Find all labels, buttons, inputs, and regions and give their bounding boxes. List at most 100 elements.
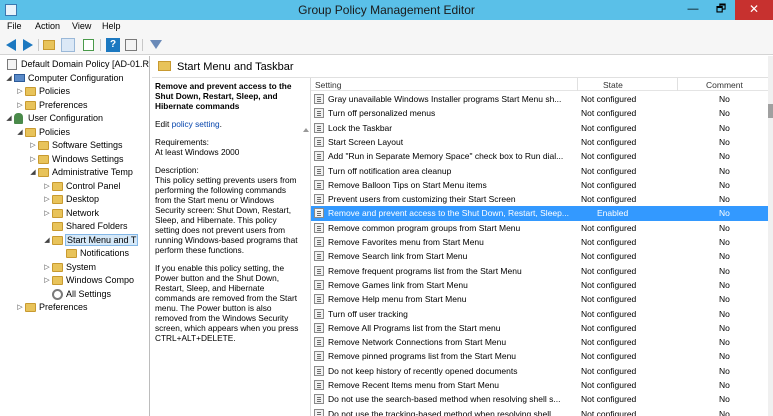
setting-state: Not configured [581,251,637,262]
close-button[interactable]: ✕ [735,0,773,20]
table-row[interactable]: Remove and prevent access to the Shut Do… [311,206,768,221]
table-row[interactable]: Turn off personalized menus Not configure… [311,106,768,120]
policy-setting-link[interactable]: policy setting [172,119,220,129]
setting-name: Remove Favorites menu from Start Menu [328,237,484,247]
menu-bar: File Action View Help [0,20,773,35]
vertical-scrollbar[interactable] [768,56,773,416]
expander-icon[interactable]: ▷ [29,153,37,166]
column-setting[interactable]: Setting [315,80,341,90]
setting-comment: No [719,265,730,276]
tree-item-label: Control Panel [66,180,121,191]
column-comment[interactable]: Comment [706,80,743,90]
table-row[interactable]: Remove Favorites menu from Start Menu Not… [311,235,768,249]
section-header: Start Menu and Taskbar [152,56,768,78]
setting-name: Turn off user tracking [328,308,408,319]
table-row[interactable]: Do not use the search-based method when … [311,392,768,406]
description-text: This policy setting prevents users from … [155,175,298,255]
table-row[interactable]: Remove Network Connections from Start Me… [311,335,768,349]
menu-view[interactable]: View [72,21,91,31]
table-row[interactable]: Turn off notification area cleanup Not co… [311,164,768,178]
setting-state: Not configured [581,122,637,133]
folder-icon [158,61,171,71]
table-row[interactable]: Remove Help menu from Start Menu Not conf… [311,292,768,306]
expander-icon[interactable]: ▷ [43,180,51,193]
filter-icon[interactable] [149,38,163,52]
table-row[interactable]: Remove pinned programs list from the Sta… [311,349,768,363]
table-row[interactable]: Lock the Taskbar Not configured No [311,121,768,135]
menu-file[interactable]: File [7,21,22,31]
setting-state: Not configured [581,265,637,276]
expander-icon[interactable]: ▷ [29,139,37,152]
table-row[interactable]: Remove common program groups from Start … [311,221,768,235]
settings-table: Setting State Comment Gray unavailable W… [310,78,768,416]
expander-icon[interactable]: ▷ [16,99,24,112]
expander-icon[interactable]: ▷ [16,85,24,98]
setting-comment: No [719,122,730,133]
menu-help[interactable]: Help [102,21,121,31]
table-row[interactable]: Remove Search link from Start Menu Not co… [311,249,768,263]
setting-name: Do not keep history of recently opened d… [328,365,518,376]
policy-setting-icon [314,322,324,333]
show-hide-tree-icon[interactable] [61,38,75,52]
table-row[interactable]: Remove All Programs list from the Start … [311,321,768,335]
setting-comment: No [719,408,730,416]
setting-name: Turn off notification area cleanup [328,165,452,176]
expander-icon[interactable]: ▷ [43,274,51,287]
description-label: Description: [155,165,199,175]
folder-icon [38,141,49,150]
column-state[interactable]: State [603,80,623,90]
setting-state: Not configured [581,322,637,333]
expander-icon[interactable]: ▷ [43,193,51,206]
setting-comment: No [719,208,730,219]
restore-button[interactable]: 🗗 [708,0,734,20]
tree-item-label: Policies [39,126,71,137]
setting-state: Not configured [581,394,637,405]
table-header: Setting State Comment [311,78,768,91]
back-arrow-icon[interactable] [4,38,18,52]
tree-item-label: System [66,261,97,272]
setting-state: Not configured [581,94,637,104]
menu-action[interactable]: Action [35,21,60,31]
table-row[interactable]: Remove Games link from Start Menu Not con… [311,278,768,292]
forward-arrow-icon[interactable] [21,38,35,52]
setting-state: Not configured [581,380,637,390]
help-icon[interactable]: ? [106,38,120,52]
collapse-arrow-icon[interactable] [303,128,309,132]
tree-item-label: Windows Settings [52,153,124,164]
expander-icon[interactable]: ◢ [16,126,24,139]
table-row[interactable]: Start Screen Layout Not configured No [311,135,768,149]
setting-comment: No [719,251,730,262]
minimize-button[interactable]: — [680,0,706,20]
table-row[interactable]: Remove frequent programs list from the S… [311,264,768,278]
expander-icon[interactable]: ◢ [5,112,13,125]
folder-icon [38,168,49,177]
tree-item-label: Administrative Temp [52,167,133,177]
table-row[interactable]: Do not use the tracking-based method whe… [311,407,768,416]
table-row[interactable]: Do not keep history of recently opened d… [311,364,768,378]
table-row[interactable]: Add "Run in Separate Memory Space" check… [311,149,768,163]
scrollbar-thumb[interactable] [768,104,773,118]
folder-icon [66,249,77,258]
table-row[interactable]: Remove Balloon Tips on Start Menu items N… [311,178,768,192]
table-row[interactable]: Remove Recent Items menu from Start Menu… [311,378,768,392]
policy-setting-icon [314,136,324,147]
requirements: Requirements: At least Windows 2000 [155,137,299,157]
expander-icon[interactable]: ▷ [16,301,24,314]
expander-icon[interactable]: ◢ [43,234,51,247]
policy-setting-icon [314,308,324,319]
expander-icon[interactable]: ▷ [43,207,51,220]
table-row[interactable]: Turn off user tracking Not configured No [311,307,768,321]
policy-setting-icon [314,208,324,219]
expander-icon[interactable]: ◢ [5,72,13,85]
table-row[interactable]: Prevent users from customizing their Sta… [311,192,768,206]
expander-icon[interactable]: ▷ [43,261,51,274]
export-list-icon[interactable] [82,38,96,52]
setting-state: Not configured [581,337,637,348]
folder-icon [52,195,63,204]
up-folder-icon[interactable] [43,38,57,52]
folder-icon [25,87,36,96]
setting-comment: No [719,151,730,162]
table-row[interactable]: Gray unavailable Windows Installer progr… [311,92,768,106]
properties-icon[interactable] [124,38,138,52]
expander-icon[interactable]: ◢ [29,166,37,179]
